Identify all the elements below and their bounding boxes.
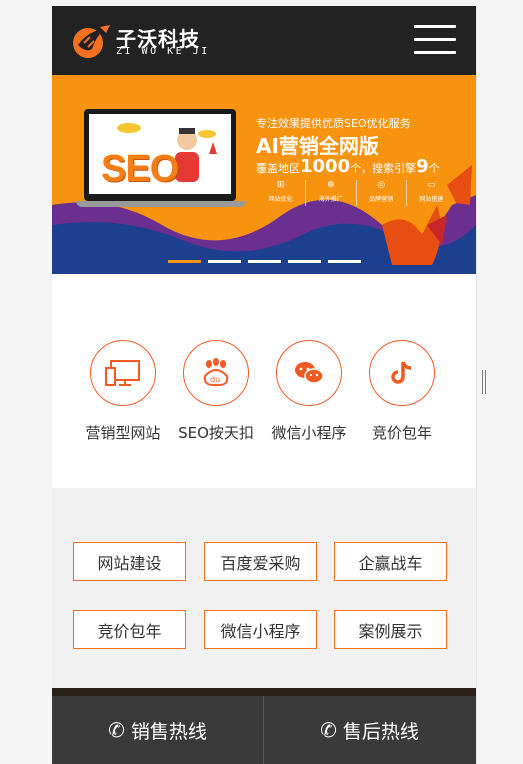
phone-icon: ✆ [108, 718, 125, 742]
hamburger-menu-icon[interactable] [414, 25, 456, 57]
service-item[interactable]: 营销型网站 [78, 340, 168, 443]
service-label: 营销型网站 [85, 424, 161, 442]
banner-seo-word: SEO [101, 148, 179, 190]
tag-button[interactable]: 网站建设 [73, 542, 186, 581]
coverage-prefix: 覆盖地区 [256, 162, 300, 175]
service-icons: 营销型网站 du SEO按天扣 微信小程序 竞价包年 [52, 274, 476, 488]
carousel-dot[interactable] [288, 260, 321, 263]
banner-feature: ▭ 网站搭建 [407, 180, 456, 206]
engine-unit: 个 [428, 162, 440, 175]
banner-subtitle: 专注效果提供优质SEO优化服务 [256, 117, 411, 130]
hero-banner[interactable]: SEO 专注效果提供优质SEO优化服务 AI营销全网版 覆盖地区1000个，搜索… [52, 75, 476, 274]
logo[interactable]: 子沃科技 ZI WO KE JI [70, 21, 215, 61]
service-item[interactable]: 微信小程序 [264, 340, 354, 443]
tag-button[interactable]: 竞价包年 [73, 610, 186, 649]
banner-features: ⊞ 网站优化 ⊕ 海外推广 ◎ 品牌营销 ▭ 网站搭建 [256, 180, 456, 206]
engine-number: 9 [416, 156, 429, 177]
phone-icon: ✆ [320, 718, 337, 742]
laptop-base [76, 201, 246, 207]
banner-feature: ◎ 品牌营销 [357, 180, 407, 206]
grid-icon: ⊞ [276, 180, 285, 190]
tag-button[interactable]: 企赢战车 [334, 542, 447, 581]
banner-feature: ⊞ 网站优化 [256, 180, 307, 206]
service-label: 微信小程序 [271, 424, 347, 442]
footer-strip [52, 688, 476, 696]
carousel-indicators [168, 260, 361, 263]
monitor-icon: ▭ [427, 180, 436, 190]
svg-text:du: du [210, 375, 220, 384]
coverage-number: 1000 [300, 156, 351, 177]
logo-mark-icon [73, 25, 110, 58]
tag-button[interactable]: 案例展示 [334, 610, 447, 649]
bottom-contact-bar: ✆ 销售热线 ✆ 售后热线 [52, 688, 476, 764]
coverage-unit: 个，搜索引擎 [350, 162, 417, 175]
wechat-icon [276, 340, 342, 406]
carousel-dot[interactable] [208, 260, 241, 263]
baidu-paw-icon: du [183, 340, 249, 406]
tag-links: 网站建设 百度爱采购 企赢战车 竞价包年 微信小程序 案例展示 [52, 488, 476, 688]
laptop-illustration: SEO [84, 109, 236, 201]
scrollbar-handle[interactable] [482, 370, 487, 394]
service-item[interactable]: 竞价包年 [357, 340, 447, 443]
service-label: 竞价包年 [371, 424, 432, 442]
carousel-dot[interactable] [168, 260, 201, 263]
tag-button[interactable]: 微信小程序 [204, 610, 317, 649]
carousel-dot[interactable] [248, 260, 281, 263]
service-item[interactable]: du SEO按天扣 [171, 340, 261, 443]
aftersales-hotline-button[interactable]: ✆ 售后热线 [264, 696, 475, 764]
logo-subtitle: ZI WO KE JI [116, 46, 210, 57]
sales-hotline-button[interactable]: ✆ 销售热线 [52, 696, 263, 764]
service-label: SEO按天扣 [178, 424, 254, 442]
desktop-mobile-icon [90, 340, 156, 406]
mobile-page: 子沃科技 ZI WO KE JI SEO 专注效果提供优质SEO优化服务 AI营… [52, 6, 476, 764]
tag-button[interactable]: 百度爱采购 [204, 542, 317, 581]
tiktok-icon [369, 340, 435, 406]
sales-hotline-label: 销售热线 [130, 720, 207, 743]
site-header: 子沃科技 ZI WO KE JI [52, 6, 476, 75]
page-edge [476, 6, 477, 764]
aftersales-hotline-label: 售后热线 [342, 720, 419, 743]
carousel-dot[interactable] [328, 260, 361, 263]
banner-title: AI营销全网版 [256, 134, 379, 158]
brand-icon: ◎ [377, 180, 386, 190]
banner-coverage: 覆盖地区1000个，搜索引擎9个 [256, 156, 440, 177]
globe-icon: ⊕ [327, 180, 335, 190]
banner-feature: ⊕ 海外推广 [306, 180, 357, 206]
